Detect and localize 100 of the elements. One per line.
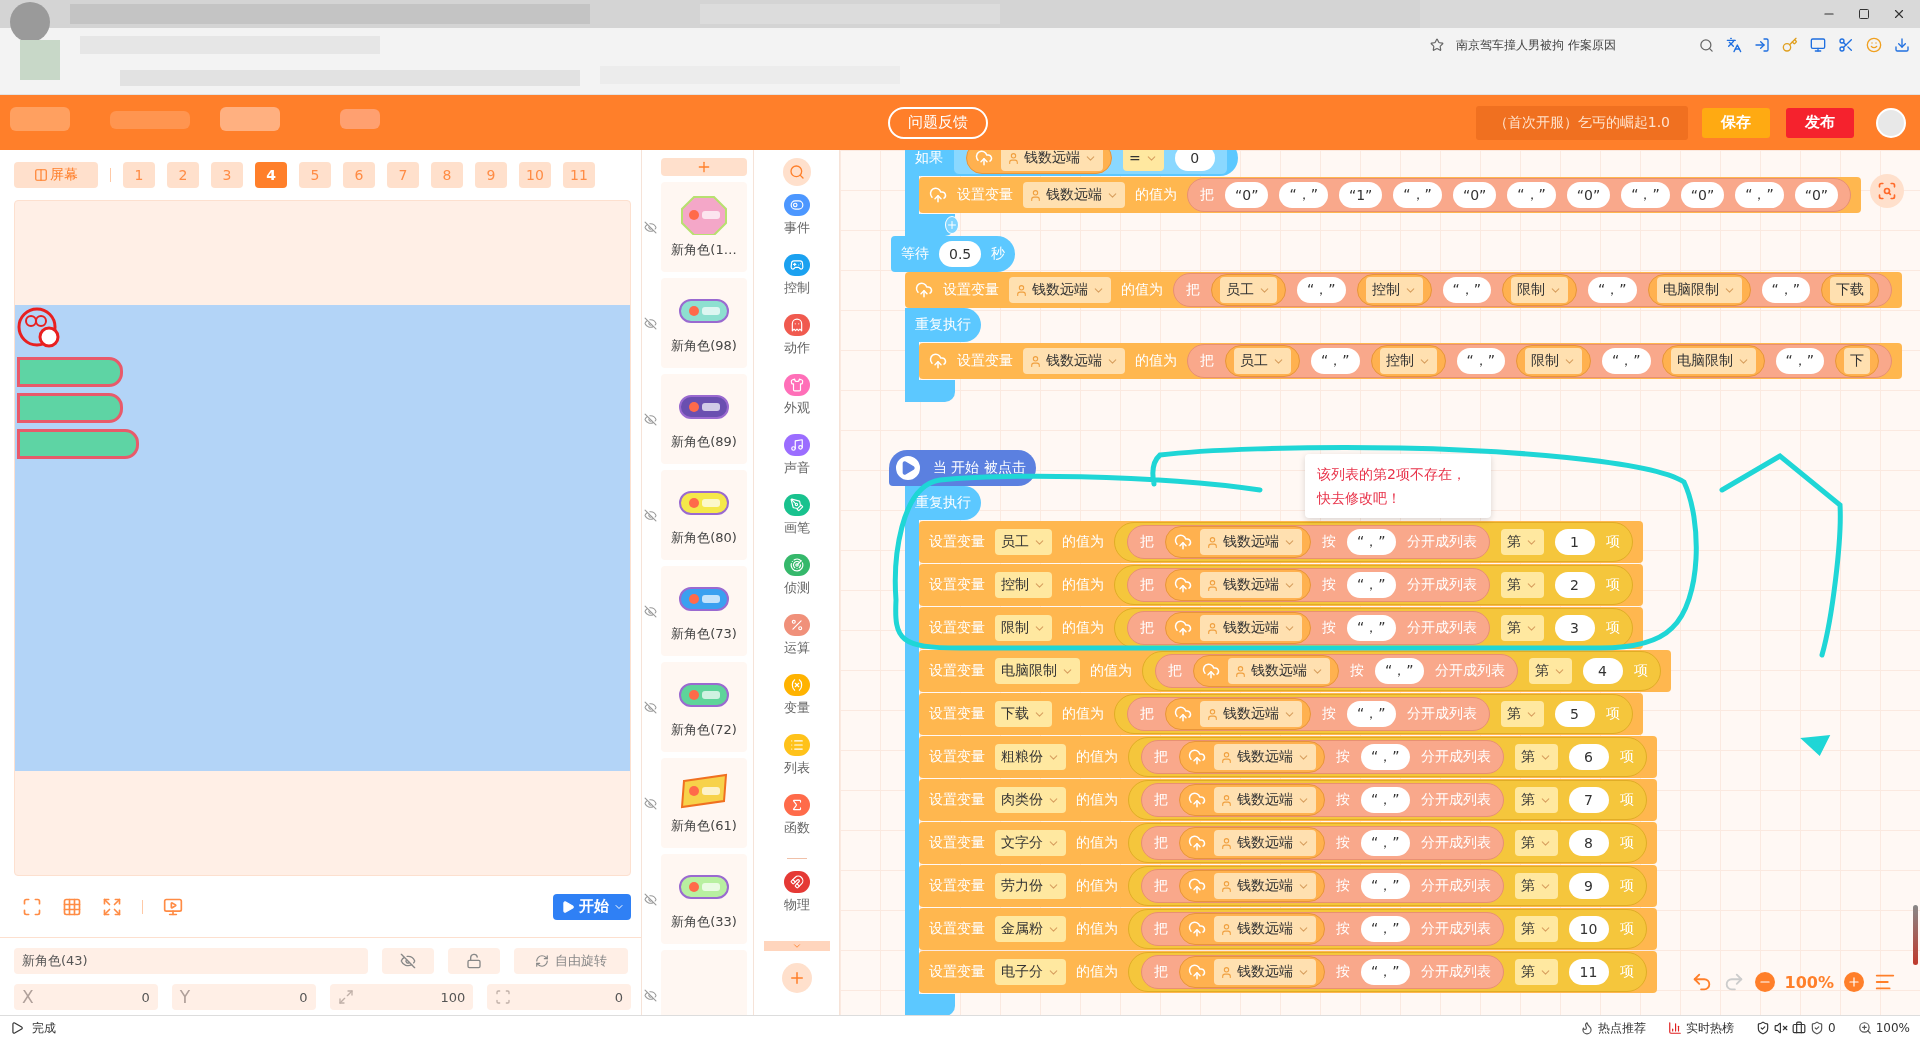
direction-field[interactable]: 0 (487, 984, 631, 1010)
variable-dropdown[interactable]: 第 (1514, 916, 1558, 942)
value-input[interactable]: 1 (1554, 529, 1595, 555)
variable-dropdown[interactable]: 金属粉 (995, 916, 1066, 942)
value-input[interactable]: “，” (1361, 830, 1410, 856)
add-sprite-button[interactable] (661, 158, 747, 176)
value-input[interactable]: 2 (1554, 572, 1595, 598)
variable-dropdown[interactable]: 钱数远端 (1214, 959, 1316, 985)
category-item[interactable]: 声音 (783, 434, 810, 494)
add-button[interactable] (945, 216, 959, 234)
value-input[interactable]: 5 (1554, 701, 1595, 727)
stage-sprite[interactable] (17, 429, 139, 459)
variable-dropdown[interactable]: 第 (1514, 787, 1558, 813)
value-input[interactable]: “，” (1361, 959, 1410, 985)
value-input[interactable]: “，” (1361, 744, 1410, 770)
value-input[interactable]: “，” (1347, 701, 1396, 727)
variable-dropdown[interactable]: 钱数远端 (1023, 348, 1125, 374)
variable-dropdown[interactable]: 下 (1844, 348, 1871, 374)
sprite-name-field[interactable]: 新角色(43) (14, 948, 368, 974)
variable-dropdown[interactable]: 电脑限制 (995, 658, 1080, 684)
category-item[interactable]: 侦测 (783, 554, 810, 614)
value-input[interactable]: “0” (1794, 182, 1839, 208)
variable-dropdown[interactable]: 第 (1500, 529, 1544, 555)
category-item[interactable]: 画笔 (783, 494, 810, 554)
value-input[interactable]: “，” (1311, 348, 1360, 374)
variable-dropdown[interactable]: 员工 (1220, 277, 1277, 303)
value-input[interactable]: 0.5 (939, 241, 982, 267)
variable-dropdown[interactable]: 控制 (1365, 277, 1423, 303)
add-extension-button[interactable] (781, 963, 812, 993)
variable-dropdown[interactable]: 第 (1528, 658, 1572, 684)
status-item[interactable]: 100% (1875, 1021, 1910, 1035)
sprite-card[interactable]: 新角色(98) (661, 278, 747, 368)
category-item[interactable]: 列表 (783, 734, 810, 794)
value-input[interactable]: 7 (1568, 787, 1609, 813)
variable-dropdown[interactable]: 钱数远端 (1023, 182, 1125, 208)
variable-dropdown[interactable]: 第 (1514, 830, 1558, 856)
variable-dropdown[interactable]: 钱数远端 (1214, 787, 1316, 813)
variable-dropdown[interactable]: 下载 (995, 701, 1052, 727)
variable-dropdown[interactable]: 电子分 (995, 959, 1066, 985)
value-input[interactable]: “，” (1588, 277, 1637, 303)
value-input[interactable]: “，” (1361, 916, 1410, 942)
variable-dropdown[interactable]: 限制 (1525, 348, 1583, 374)
variable-dropdown[interactable]: 钱数远端 (1214, 916, 1316, 942)
variable-dropdown[interactable]: 第 (1500, 572, 1544, 598)
value-input[interactable]: “0” (1566, 182, 1611, 208)
variable-dropdown[interactable]: 限制 (1511, 277, 1569, 303)
value-input[interactable]: 9 (1568, 873, 1609, 899)
sprite-card[interactable]: 新角色(1… (661, 182, 747, 272)
variable-dropdown[interactable]: 第 (1500, 701, 1544, 727)
value-input[interactable]: 6 (1568, 744, 1609, 770)
variable-dropdown[interactable]: 电脑限制 (1670, 348, 1756, 374)
variable-dropdown[interactable]: 控制 (1379, 348, 1437, 374)
value-input[interactable]: “，” (1507, 182, 1556, 208)
sprite-card[interactable]: 新角色(73) (661, 566, 747, 656)
lock-button[interactable] (448, 948, 500, 974)
variable-dropdown[interactable]: 粗粮份 (995, 744, 1066, 770)
status-item[interactable]: 实时热榜 (1686, 1019, 1735, 1037)
value-input[interactable]: “0” (1225, 182, 1269, 208)
value-input[interactable]: “0” (1452, 182, 1497, 208)
x-field[interactable]: X 0 (14, 984, 158, 1010)
variable-dropdown[interactable]: 员工 (1234, 348, 1291, 374)
stage-sprite[interactable] (17, 393, 123, 423)
value-input[interactable]: “，” (1297, 277, 1346, 303)
sprite-card[interactable]: 新角色(33) (661, 854, 747, 944)
category-item[interactable]: 外观 (783, 374, 810, 434)
scrollbar[interactable] (1913, 905, 1918, 965)
variable-dropdown[interactable]: 员工 (995, 529, 1052, 555)
category-item[interactable]: 变量 (783, 674, 810, 734)
variable-dropdown[interactable]: 劳力份 (995, 873, 1066, 899)
stage-sprite[interactable] (17, 357, 123, 387)
zoom-in-button[interactable] (1844, 972, 1864, 992)
variable-dropdown[interactable]: 钱数远端 (1228, 658, 1330, 684)
value-input[interactable]: “，” (1361, 873, 1410, 899)
variable-dropdown[interactable]: 钱数远端 (1200, 572, 1302, 598)
sprite-card[interactable]: 新角色(80) (661, 470, 747, 560)
sprite-card[interactable]: 新角色(61) (661, 758, 747, 848)
category-item[interactable]: 动作 (783, 314, 810, 374)
sprite-card[interactable]: 新角色(89) (661, 374, 747, 464)
status-item[interactable]: 0 (1828, 1021, 1836, 1035)
start-button[interactable]: 开始 (553, 893, 631, 920)
value-input[interactable]: 3 (1554, 615, 1595, 641)
value-input[interactable]: “，” (1347, 615, 1396, 641)
value-input[interactable]: “，” (1456, 348, 1506, 374)
variable-dropdown[interactable]: 电脑限制 (1656, 277, 1742, 303)
variable-dropdown[interactable]: 第 (1500, 615, 1544, 641)
variable-dropdown[interactable]: 下载 (1830, 277, 1871, 303)
variable-dropdown[interactable]: 肉类份 (995, 787, 1066, 813)
value-input[interactable]: “，” (1775, 348, 1825, 374)
value-input[interactable]: 8 (1568, 830, 1609, 856)
variable-dropdown[interactable]: 限制 (995, 615, 1052, 641)
variable-dropdown[interactable]: 控制 (995, 572, 1052, 598)
avatar[interactable] (1876, 107, 1906, 138)
category-item[interactable]: 控制 (783, 254, 810, 314)
publish-button[interactable]: 发布 (1786, 107, 1854, 138)
value-input[interactable]: 4 (1582, 658, 1623, 684)
variable-dropdown[interactable]: 文字分 (995, 830, 1066, 856)
sprite-card[interactable]: 新角色(72) (661, 662, 747, 752)
variable-dropdown[interactable]: 第 (1514, 744, 1558, 770)
value-input[interactable]: “，” (1361, 787, 1410, 813)
value-input[interactable]: “，” (1761, 277, 1811, 303)
